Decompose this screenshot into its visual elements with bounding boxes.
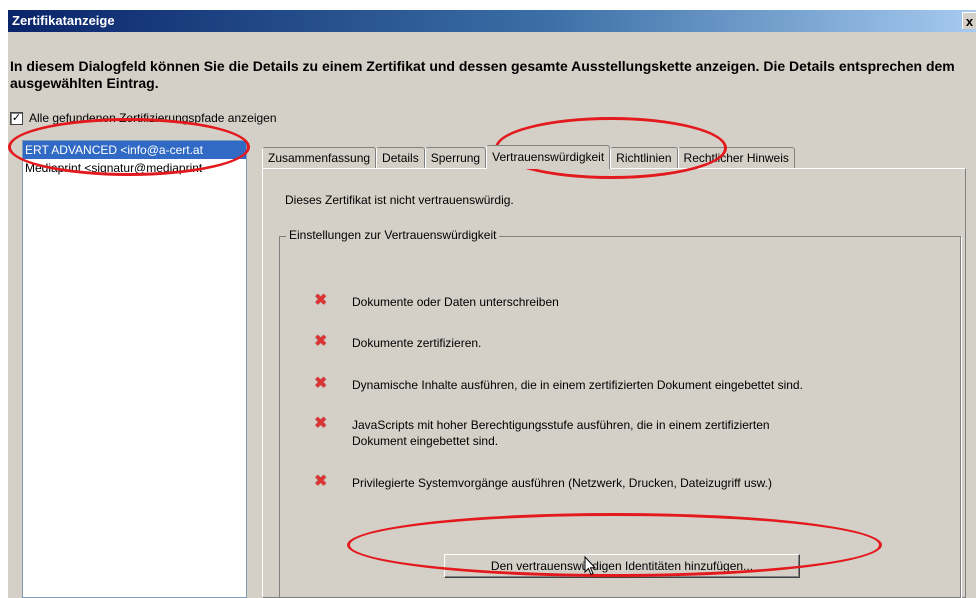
trust-settings-title: Einstellungen zur Vertrauenswürdigkeit xyxy=(286,228,500,242)
close-button[interactable]: x xyxy=(962,12,976,29)
permission-row: ✖ Privilegierte Systemvorgänge ausführen… xyxy=(314,473,772,491)
tab-trust[interactable]: Vertrauenswürdigkeit xyxy=(486,145,611,169)
permission-label: Dokumente zertifizieren. xyxy=(352,336,482,350)
chain-item[interactable]: Mediaprint <signatur@mediaprint xyxy=(23,159,246,177)
permission-row: ✖ JavaScripts mit hoher Berechtigungsstu… xyxy=(314,415,772,449)
deny-icon: ✖ xyxy=(314,375,328,392)
tab-policies[interactable]: Richtlinien xyxy=(610,147,678,169)
permission-label: JavaScripts mit hoher Berechtigungsstufe… xyxy=(352,418,770,448)
show-all-paths-row[interactable]: ✓ Alle gefundenen Zertifizierungspfade a… xyxy=(10,110,277,126)
trust-settings-group: Einstellungen zur Vertrauenswürdigkeit ✖… xyxy=(279,228,961,598)
chain-item[interactable]: ERT ADVANCED <info@a-cert.at xyxy=(23,141,246,159)
permission-label: Dokumente oder Daten unterschreiben xyxy=(352,295,559,309)
mouse-cursor-icon xyxy=(584,556,596,576)
tab-details[interactable]: Details xyxy=(376,147,425,169)
deny-icon: ✖ xyxy=(314,333,328,350)
add-to-trusted-identities-button[interactable]: Den vertrauenswürdigen Identitäten hinzu… xyxy=(444,554,800,578)
tab-summary[interactable]: Zusammenfassung xyxy=(262,147,377,169)
permission-label: Dynamische Inhalte ausführen, die in ein… xyxy=(352,378,803,392)
deny-icon: ✖ xyxy=(314,415,328,432)
permission-row: ✖ Dynamische Inhalte ausführen, die in e… xyxy=(314,375,803,393)
deny-icon: ✖ xyxy=(314,473,328,490)
permission-row: ✖ Dokumente oder Daten unterschreiben xyxy=(314,292,559,310)
tab-strip: Zusammenfassung Details Sperrung Vertrau… xyxy=(262,145,795,169)
intro-text: In diesem Dialogfeld können Sie die Deta… xyxy=(10,58,955,91)
deny-icon: ✖ xyxy=(314,292,328,309)
window-title: Zertifikatanzeige xyxy=(12,13,115,28)
title-bar: Zertifikatanzeige x xyxy=(8,10,976,32)
trust-status-text: Dieses Zertifikat ist nicht vertrauenswü… xyxy=(285,193,514,207)
permission-label: Privilegierte Systemvorgänge ausführen (… xyxy=(352,476,772,490)
show-all-paths-checkbox[interactable]: ✓ xyxy=(10,111,23,125)
permission-row: ✖ Dokumente zertifizieren. xyxy=(314,333,482,351)
trust-tab-panel: Dieses Zertifikat ist nicht vertrauenswü… xyxy=(262,168,966,598)
tab-revocation[interactable]: Sperrung xyxy=(424,147,487,169)
show-all-paths-label[interactable]: Alle gefundenen Zertifizierungspfade anz… xyxy=(29,111,277,125)
tab-legal-notice[interactable]: Rechtlicher Hinweis xyxy=(677,147,795,169)
certificate-chain-list[interactable]: ERT ADVANCED <info@a-cert.at Mediaprint … xyxy=(22,140,247,598)
